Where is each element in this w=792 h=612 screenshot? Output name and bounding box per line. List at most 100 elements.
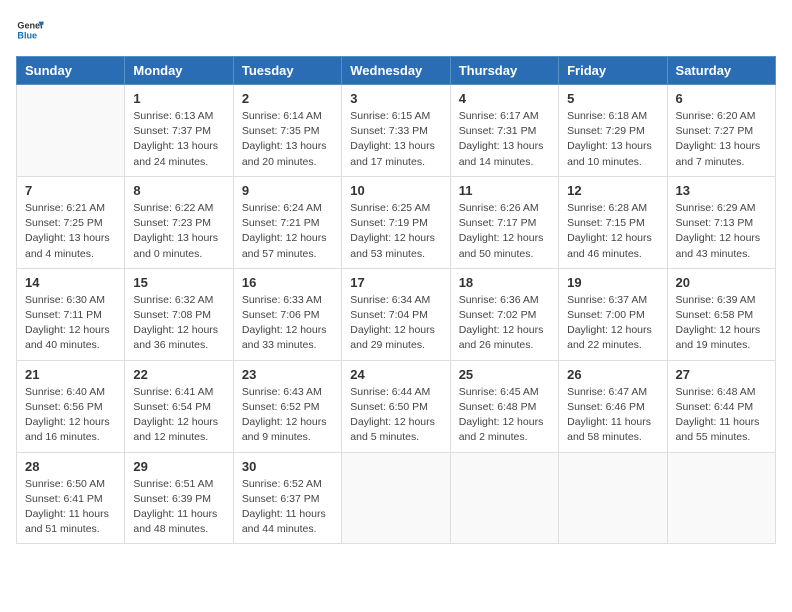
- calendar-cell: 14 Sunrise: 6:30 AM Sunset: 7:11 PM Dayli…: [17, 268, 125, 360]
- day-number: 21: [25, 367, 116, 382]
- day-info: Sunrise: 6:34 AM Sunset: 7:04 PM Dayligh…: [350, 293, 441, 354]
- svg-text:Blue: Blue: [17, 30, 37, 40]
- day-number: 20: [676, 275, 767, 290]
- day-number: 1: [133, 91, 224, 106]
- calendar-week-2: 7 Sunrise: 6:21 AM Sunset: 7:25 PM Daylig…: [17, 176, 776, 268]
- day-info: Sunrise: 6:51 AM Sunset: 6:39 PM Dayligh…: [133, 477, 224, 538]
- calendar-cell: 3 Sunrise: 6:15 AM Sunset: 7:33 PM Daylig…: [342, 85, 450, 177]
- weekday-header-row: SundayMondayTuesdayWednesdayThursdayFrid…: [17, 57, 776, 85]
- day-info: Sunrise: 6:32 AM Sunset: 7:08 PM Dayligh…: [133, 293, 224, 354]
- day-info: Sunrise: 6:40 AM Sunset: 6:56 PM Dayligh…: [25, 385, 116, 446]
- calendar-cell: 7 Sunrise: 6:21 AM Sunset: 7:25 PM Daylig…: [17, 176, 125, 268]
- day-number: 23: [242, 367, 333, 382]
- weekday-header-monday: Monday: [125, 57, 233, 85]
- day-number: 3: [350, 91, 441, 106]
- day-info: Sunrise: 6:50 AM Sunset: 6:41 PM Dayligh…: [25, 477, 116, 538]
- day-number: 13: [676, 183, 767, 198]
- day-info: Sunrise: 6:47 AM Sunset: 6:46 PM Dayligh…: [567, 385, 658, 446]
- weekday-header-saturday: Saturday: [667, 57, 775, 85]
- weekday-header-sunday: Sunday: [17, 57, 125, 85]
- day-info: Sunrise: 6:41 AM Sunset: 6:54 PM Dayligh…: [133, 385, 224, 446]
- calendar-cell: 11 Sunrise: 6:26 AM Sunset: 7:17 PM Dayli…: [450, 176, 558, 268]
- calendar-cell: 29 Sunrise: 6:51 AM Sunset: 6:39 PM Dayli…: [125, 452, 233, 544]
- calendar-cell: 5 Sunrise: 6:18 AM Sunset: 7:29 PM Daylig…: [559, 85, 667, 177]
- day-number: 9: [242, 183, 333, 198]
- day-info: Sunrise: 6:15 AM Sunset: 7:33 PM Dayligh…: [350, 109, 441, 170]
- calendar-cell: 15 Sunrise: 6:32 AM Sunset: 7:08 PM Dayli…: [125, 268, 233, 360]
- calendar-week-5: 28 Sunrise: 6:50 AM Sunset: 6:41 PM Dayli…: [17, 452, 776, 544]
- calendar-cell: 20Sunrise: 6:39 AM Sunset: 6:58 PM Dayli…: [667, 268, 775, 360]
- calendar-cell: [342, 452, 450, 544]
- calendar-cell: 17 Sunrise: 6:34 AM Sunset: 7:04 PM Dayli…: [342, 268, 450, 360]
- day-number: 16: [242, 275, 333, 290]
- calendar-cell: 9 Sunrise: 6:24 AM Sunset: 7:21 PM Daylig…: [233, 176, 341, 268]
- calendar-cell: 18Sunrise: 6:36 AM Sunset: 7:02 PM Dayli…: [450, 268, 558, 360]
- day-number: 28: [25, 459, 116, 474]
- calendar-cell: 13 Sunrise: 6:29 AM Sunset: 7:13 PM Dayli…: [667, 176, 775, 268]
- calendar-cell: 10Sunrise: 6:25 AM Sunset: 7:19 PM Dayli…: [342, 176, 450, 268]
- calendar-cell: [450, 452, 558, 544]
- page-header: General Blue: [16, 16, 776, 44]
- day-number: 25: [459, 367, 550, 382]
- day-info: Sunrise: 6:29 AM Sunset: 7:13 PM Dayligh…: [676, 201, 767, 262]
- day-info: Sunrise: 6:21 AM Sunset: 7:25 PM Dayligh…: [25, 201, 116, 262]
- calendar-cell: 30 Sunrise: 6:52 AM Sunset: 6:37 PM Dayli…: [233, 452, 341, 544]
- day-number: 30: [242, 459, 333, 474]
- calendar-cell: 8 Sunrise: 6:22 AM Sunset: 7:23 PM Daylig…: [125, 176, 233, 268]
- day-info: Sunrise: 6:13 AM Sunset: 7:37 PM Dayligh…: [133, 109, 224, 170]
- calendar-week-4: 21 Sunrise: 6:40 AM Sunset: 6:56 PM Dayli…: [17, 360, 776, 452]
- day-number: 17: [350, 275, 441, 290]
- day-number: 27: [676, 367, 767, 382]
- calendar-cell: 4 Sunrise: 6:17 AM Sunset: 7:31 PM Daylig…: [450, 85, 558, 177]
- day-info: Sunrise: 6:24 AM Sunset: 7:21 PM Dayligh…: [242, 201, 333, 262]
- day-info: Sunrise: 6:52 AM Sunset: 6:37 PM Dayligh…: [242, 477, 333, 538]
- day-info: Sunrise: 6:20 AM Sunset: 7:27 PM Dayligh…: [676, 109, 767, 170]
- day-info: Sunrise: 6:22 AM Sunset: 7:23 PM Dayligh…: [133, 201, 224, 262]
- day-number: 22: [133, 367, 224, 382]
- day-number: 11: [459, 183, 550, 198]
- calendar-cell: 27Sunrise: 6:48 AM Sunset: 6:44 PM Dayli…: [667, 360, 775, 452]
- day-number: 8: [133, 183, 224, 198]
- day-number: 12: [567, 183, 658, 198]
- calendar-cell: 2Sunrise: 6:14 AM Sunset: 7:35 PM Daylig…: [233, 85, 341, 177]
- calendar-cell: 22 Sunrise: 6:41 AM Sunset: 6:54 PM Dayli…: [125, 360, 233, 452]
- weekday-header-friday: Friday: [559, 57, 667, 85]
- day-info: Sunrise: 6:37 AM Sunset: 7:00 PM Dayligh…: [567, 293, 658, 354]
- day-number: 19: [567, 275, 658, 290]
- day-info: Sunrise: 6:28 AM Sunset: 7:15 PM Dayligh…: [567, 201, 658, 262]
- calendar-cell: 25Sunrise: 6:45 AM Sunset: 6:48 PM Dayli…: [450, 360, 558, 452]
- day-number: 29: [133, 459, 224, 474]
- calendar-cell: 12 Sunrise: 6:28 AM Sunset: 7:15 PM Dayli…: [559, 176, 667, 268]
- calendar-week-3: 14 Sunrise: 6:30 AM Sunset: 7:11 PM Dayli…: [17, 268, 776, 360]
- calendar-cell: [667, 452, 775, 544]
- day-number: 26: [567, 367, 658, 382]
- calendar-cell: 23 Sunrise: 6:43 AM Sunset: 6:52 PM Dayli…: [233, 360, 341, 452]
- calendar-cell: 16Sunrise: 6:33 AM Sunset: 7:06 PM Dayli…: [233, 268, 341, 360]
- calendar-cell: 24Sunrise: 6:44 AM Sunset: 6:50 PM Dayli…: [342, 360, 450, 452]
- logo-icon: General Blue: [16, 16, 44, 44]
- weekday-header-thursday: Thursday: [450, 57, 558, 85]
- calendar-cell: 21 Sunrise: 6:40 AM Sunset: 6:56 PM Dayli…: [17, 360, 125, 452]
- day-number: 10: [350, 183, 441, 198]
- day-number: 15: [133, 275, 224, 290]
- calendar-cell: [17, 85, 125, 177]
- day-info: Sunrise: 6:43 AM Sunset: 6:52 PM Dayligh…: [242, 385, 333, 446]
- day-number: 6: [676, 91, 767, 106]
- day-info: Sunrise: 6:26 AM Sunset: 7:17 PM Dayligh…: [459, 201, 550, 262]
- day-info: Sunrise: 6:17 AM Sunset: 7:31 PM Dayligh…: [459, 109, 550, 170]
- weekday-header-wednesday: Wednesday: [342, 57, 450, 85]
- day-number: 5: [567, 91, 658, 106]
- calendar-cell: 6 Sunrise: 6:20 AM Sunset: 7:27 PM Daylig…: [667, 85, 775, 177]
- day-info: Sunrise: 6:30 AM Sunset: 7:11 PM Dayligh…: [25, 293, 116, 354]
- weekday-header-tuesday: Tuesday: [233, 57, 341, 85]
- day-info: Sunrise: 6:18 AM Sunset: 7:29 PM Dayligh…: [567, 109, 658, 170]
- day-info: Sunrise: 6:44 AM Sunset: 6:50 PM Dayligh…: [350, 385, 441, 446]
- day-number: 4: [459, 91, 550, 106]
- day-number: 18: [459, 275, 550, 290]
- day-number: 14: [25, 275, 116, 290]
- day-info: Sunrise: 6:14 AM Sunset: 7:35 PM Dayligh…: [242, 109, 333, 170]
- calendar-table: SundayMondayTuesdayWednesdayThursdayFrid…: [16, 56, 776, 544]
- day-number: 7: [25, 183, 116, 198]
- calendar-cell: 26 Sunrise: 6:47 AM Sunset: 6:46 PM Dayli…: [559, 360, 667, 452]
- calendar-cell: 1 Sunrise: 6:13 AM Sunset: 7:37 PM Daylig…: [125, 85, 233, 177]
